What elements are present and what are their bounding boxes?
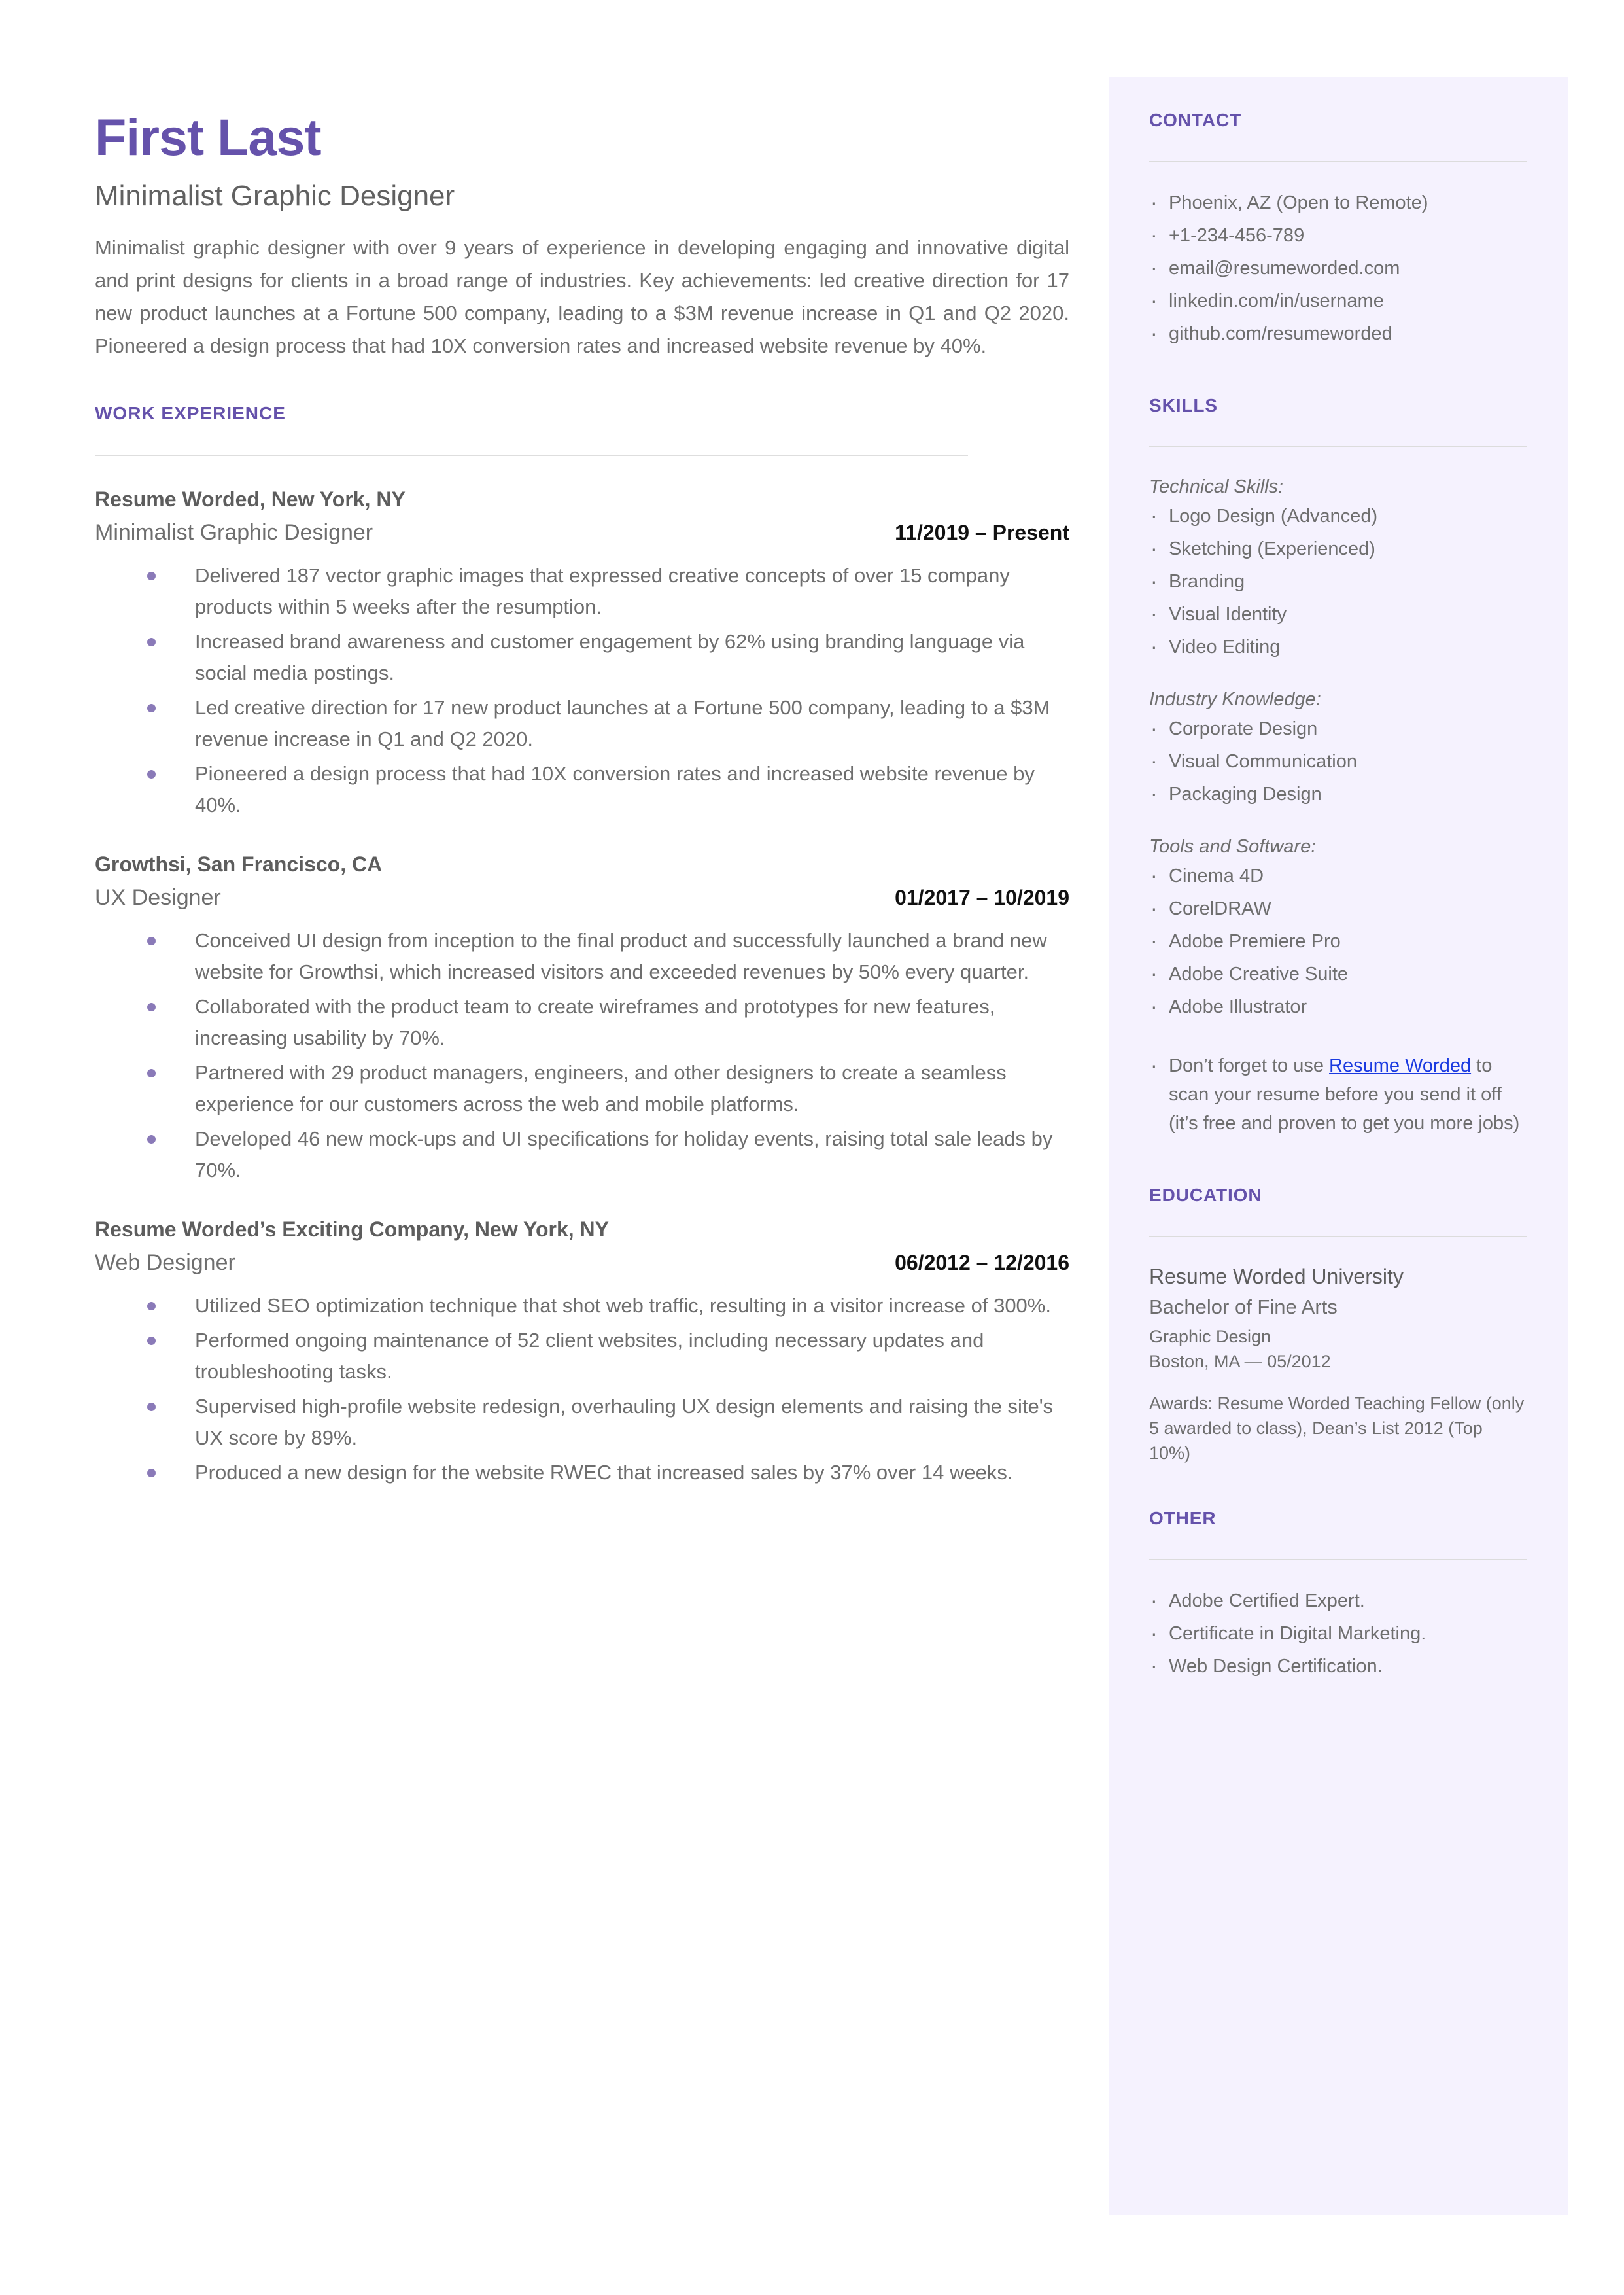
contact-item-linkedin[interactable]: linkedin.com/in/username: [1149, 285, 1527, 316]
job-bullet: Led creative direction for 17 new produc…: [147, 692, 1069, 755]
job-dates: 11/2019 – Present: [895, 521, 1069, 545]
resume-worded-promo: Don’t forget to use Resume Worded to sca…: [1149, 1049, 1527, 1138]
resume-worded-link[interactable]: Resume Worded: [1329, 1055, 1471, 1076]
skill-group-industry: Industry Knowledge: Corporate Design Vis…: [1149, 686, 1527, 809]
candidate-name: First Last: [95, 108, 322, 166]
skill-item: Corporate Design: [1149, 712, 1527, 744]
skill-list: Cinema 4D CorelDRAW Adobe Premiere Pro A…: [1149, 860, 1527, 1022]
education-awards: Awards: Resume Worded Teaching Fellow (o…: [1149, 1393, 1525, 1463]
contact-item-email[interactable]: email@resumeworded.com: [1149, 252, 1527, 283]
job-bullet: Increased brand awareness and customer e…: [147, 626, 1069, 689]
job-role-row: Web Designer 06/2012 – 12/2016: [95, 1250, 1069, 1276]
skill-group-label: Industry Knowledge:: [1149, 689, 1321, 710]
skill-item: CorelDRAW: [1149, 892, 1527, 924]
education-location-date: Boston, MA — 05/2012: [1149, 1352, 1331, 1372]
contact-item-github[interactable]: github.com/resumeworded: [1149, 317, 1527, 349]
education-degree: Bachelor of Fine Arts: [1149, 1295, 1338, 1319]
sidebar: CONTACT Phoenix, AZ (Open to Remote) +1-…: [1109, 77, 1568, 2215]
skill-item: Video Editing: [1149, 631, 1527, 662]
other-item: Web Design Certification.: [1149, 1650, 1527, 1681]
job-company: Growthsi, San Francisco, CA: [95, 852, 383, 877]
section-heading-contact: CONTACT: [1149, 110, 1242, 130]
candidate-job-title: Minimalist Graphic Designer: [95, 180, 455, 212]
education-school: Resume Worded University: [1149, 1265, 1404, 1289]
education-field: Graphic Design: [1149, 1326, 1271, 1346]
job-bullet: Performed ongoing maintenance of 52 clie…: [147, 1325, 1069, 1388]
skill-item: Adobe Premiere Pro: [1149, 925, 1527, 956]
job-role: UX Designer: [95, 885, 221, 911]
job-company: Resume Worded’s Exciting Company, New Yo…: [95, 1218, 609, 1242]
section-heading-work-experience: WORK EXPERIENCE: [95, 403, 286, 424]
skill-item: Logo Design (Advanced): [1149, 500, 1527, 531]
job-dates: 06/2012 – 12/2016: [895, 1251, 1069, 1274]
skill-item: Cinema 4D: [1149, 860, 1527, 891]
job-role: Web Designer: [95, 1250, 235, 1275]
resume-page: First Last Minimalist Graphic Designer M…: [0, 0, 1624, 2295]
job-role-row: UX Designer 01/2017 – 10/2019: [95, 885, 1069, 911]
education-body: Resume Worded University Bachelor of Fin…: [1149, 1263, 1527, 1465]
work-experience-entry: Resume Worded’s Exciting Company, New Yo…: [95, 1216, 1069, 1488]
education-divider: [1149, 1236, 1527, 1238]
skill-group-tools: Tools and Software: Cinema 4D CorelDRAW …: [1149, 833, 1527, 1022]
job-role-row: Minimalist Graphic Designer 11/2019 – Pr…: [95, 520, 1069, 546]
skill-item: Packaging Design: [1149, 778, 1527, 809]
other-item: Certificate in Digital Marketing.: [1149, 1617, 1527, 1649]
other-divider: [1149, 1558, 1527, 1560]
work-experience-divider: [95, 455, 968, 457]
job-bullet: Developed 46 new mock-ups and UI specifi…: [147, 1123, 1069, 1186]
work-experience-entry: Resume Worded, New York, NY Minimalist G…: [95, 486, 1069, 821]
section-heading-other: OTHER: [1149, 1507, 1217, 1528]
skill-item: Visual Identity: [1149, 598, 1527, 629]
other-item: Adobe Certified Expert.: [1149, 1585, 1527, 1616]
skills-body: Technical Skills: Logo Design (Advanced)…: [1149, 474, 1527, 1138]
contact-item-location: Phoenix, AZ (Open to Remote): [1149, 186, 1527, 218]
other-list: Adobe Certified Expert. Certificate in D…: [1149, 1585, 1527, 1681]
job-bullet: Collaborated with the product team to cr…: [147, 991, 1069, 1054]
job-bullet: Pioneered a design process that had 10X …: [147, 758, 1069, 821]
skill-list: Corporate Design Visual Communication Pa…: [1149, 712, 1527, 809]
job-bullet: Produced a new design for the website RW…: [147, 1457, 1069, 1488]
contact-item-phone[interactable]: +1-234-456-789: [1149, 219, 1527, 251]
contact-divider: [1149, 161, 1527, 162]
skills-divider: [1149, 446, 1527, 448]
job-bullet: Partnered with 29 product managers, engi…: [147, 1057, 1069, 1120]
skill-item: Sketching (Experienced): [1149, 533, 1527, 564]
skill-item: Adobe Creative Suite: [1149, 958, 1527, 989]
promo-text-before: Don’t forget to use: [1169, 1055, 1330, 1077]
job-bullet: Delivered 187 vector graphic images that…: [147, 560, 1069, 623]
skill-item: Visual Communication: [1149, 745, 1527, 777]
professional-summary: Minimalist graphic designer with over 9 …: [95, 236, 1069, 358]
job-bullet: Utilized SEO optimization technique that…: [147, 1290, 1069, 1322]
job-bullet: Conceived UI design from inception to th…: [147, 925, 1069, 988]
section-heading-skills: SKILLS: [1149, 395, 1218, 416]
skill-group-label: Technical Skills:: [1149, 476, 1284, 498]
job-bullet-list: Delivered 187 vector graphic images that…: [95, 560, 1069, 821]
job-bullet-list: Conceived UI design from inception to th…: [95, 925, 1069, 1186]
work-experience-entry: Growthsi, San Francisco, CA UX Designer …: [95, 851, 1069, 1186]
section-heading-education: EDUCATION: [1149, 1185, 1262, 1206]
skill-group-label: Tools and Software:: [1149, 836, 1317, 858]
contact-list: Phoenix, AZ (Open to Remote) +1-234-456-…: [1149, 186, 1527, 349]
skill-list: Logo Design (Advanced) Sketching (Experi…: [1149, 500, 1527, 662]
job-bullet-list: Utilized SEO optimization technique that…: [95, 1290, 1069, 1488]
job-bullet: Supervised high-profile website redesign…: [147, 1391, 1069, 1454]
job-dates: 01/2017 – 10/2019: [895, 886, 1069, 910]
skill-item: Adobe Illustrator: [1149, 990, 1527, 1022]
skill-item: Branding: [1149, 565, 1527, 597]
job-role: Minimalist Graphic Designer: [95, 520, 373, 546]
skill-group-technical: Technical Skills: Logo Design (Advanced)…: [1149, 474, 1527, 662]
job-company: Resume Worded, New York, NY: [95, 487, 406, 512]
main-column: First Last Minimalist Graphic Designer M…: [95, 77, 1069, 1492]
